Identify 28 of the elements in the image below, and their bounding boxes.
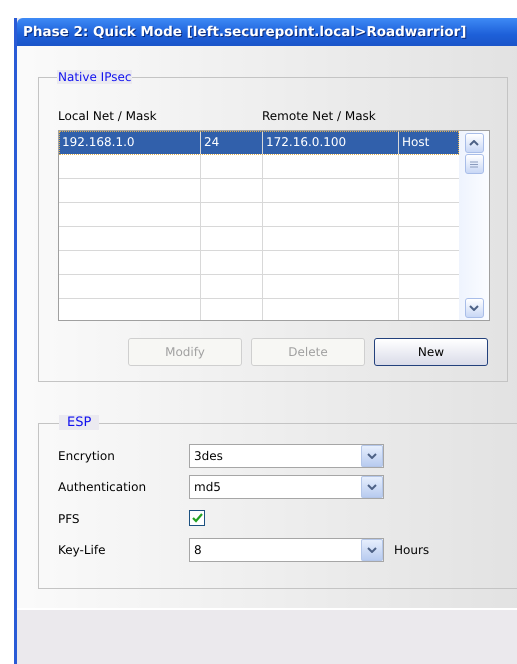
field-label: Encrytion (58, 449, 116, 463)
chevron-down-icon[interactable] (361, 476, 383, 498)
dropdown[interactable]: md5 (189, 475, 384, 499)
scroll-up-icon[interactable] (464, 133, 484, 153)
column-header: Local Net / Mask (58, 109, 157, 123)
checkbox[interactable] (189, 510, 205, 526)
chevron-down-icon[interactable] (361, 539, 383, 561)
table-cell-text: Host (401, 134, 430, 151)
dialog-button[interactable]: New (374, 338, 488, 366)
table-cell: 24 (201, 131, 263, 154)
table-cell: 192.168.1.0 (59, 131, 201, 154)
group-title: ESP (59, 415, 100, 430)
group-title: Native IPsec (57, 70, 132, 84)
field-label: PFS (58, 512, 81, 526)
dropdown[interactable]: 8 (189, 538, 384, 562)
scroll-down-icon[interactable] (464, 298, 484, 318)
field-label: Key-Life (58, 543, 107, 557)
field-label: Authentication (58, 480, 148, 494)
scroll-thumb[interactable] (464, 154, 484, 174)
table-cell: 172.16.0.100 (263, 131, 399, 154)
unit-label: Hours (394, 543, 430, 557)
list-table[interactable]: 192.168.1.0 24 172.16.0.100 Host (58, 130, 490, 321)
dropdown[interactable]: 3des (189, 444, 384, 468)
table-row[interactable]: 192.168.1.0 24 172.16.0.100 Host (59, 131, 459, 155)
column-header: Remote Net / Mask (262, 109, 376, 123)
chevron-down-icon[interactable] (361, 445, 383, 467)
window-title: Phase 2: Quick Mode [left.securepoint.local>Roadwarrior] (23, 24, 466, 40)
scrollbar[interactable] (459, 131, 489, 320)
